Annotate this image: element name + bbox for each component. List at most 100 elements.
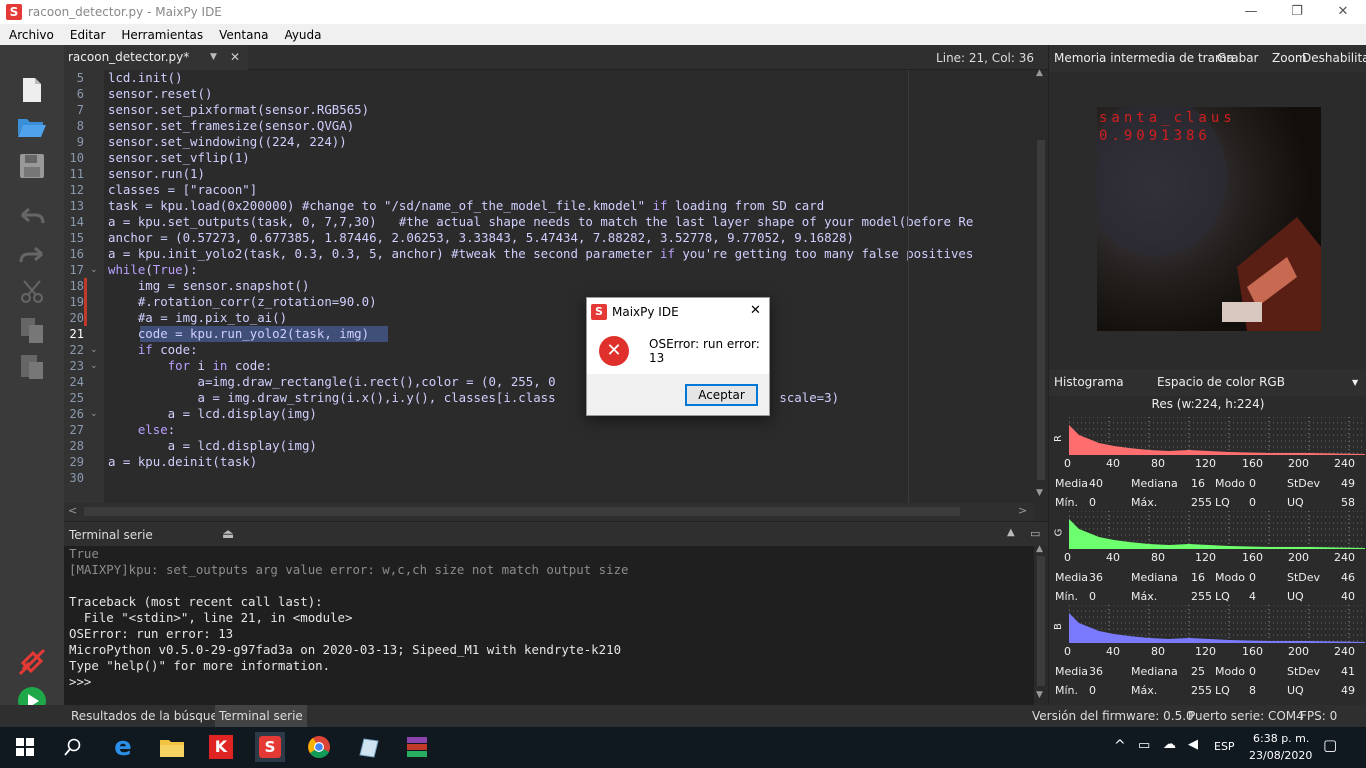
line-number: 28	[69, 439, 84, 453]
minimize-button[interactable]: —	[1228, 0, 1274, 24]
menu-ayuda[interactable]: Ayuda	[276, 28, 329, 42]
tab-dropdown-icon[interactable]: ▼	[210, 45, 217, 70]
volume-icon[interactable]: ◀	[1188, 737, 1198, 752]
fold-toggle-icon[interactable]: ⌄	[90, 265, 98, 275]
language-indicator[interactable]: ESP	[1214, 740, 1235, 753]
histogram-plot	[1069, 605, 1365, 643]
editor-vertical-scrollbar[interactable]: ▲ ▼	[1034, 68, 1048, 503]
clock-time[interactable]: 6:38 p. m.	[1253, 732, 1309, 745]
chrome-icon[interactable]	[304, 732, 334, 762]
stat-value: 16	[1191, 477, 1205, 490]
maximize-terminal-icon[interactable]: ▲	[1007, 527, 1015, 538]
winrar-icon[interactable]	[402, 732, 432, 762]
histogram-tick-label: 200	[1288, 645, 1309, 658]
stat-label: Media	[1055, 665, 1089, 678]
maximize-button[interactable]: ❐	[1274, 0, 1320, 24]
stat-value: 0	[1249, 665, 1256, 678]
code-line: sensor.set_framesize(sensor.QVGA)	[108, 118, 355, 133]
tab-racoon-detector[interactable]: racoon_detector.py* ▼	[64, 45, 248, 70]
line-number: 21	[69, 327, 84, 341]
cut-icon[interactable]	[16, 277, 48, 307]
notes-app-icon[interactable]	[353, 732, 383, 762]
stat-label: LQ	[1215, 684, 1230, 697]
accept-button[interactable]: Aceptar	[685, 384, 758, 406]
chevron-down-icon[interactable]: ▼	[1352, 369, 1358, 396]
stat-label: LQ	[1215, 496, 1230, 509]
new-file-icon[interactable]	[16, 75, 48, 105]
menu-editar[interactable]: Editar	[62, 28, 114, 42]
stat-value: 8	[1249, 684, 1256, 697]
serial-port-icon[interactable]: ⏏	[222, 527, 234, 542]
camera-frame: santa_claus 0.9091386	[1097, 107, 1321, 331]
line-number: 16	[69, 247, 84, 261]
code-line: else:	[137, 422, 176, 437]
stat-label: Máx.	[1131, 684, 1158, 697]
terminal-line: MicroPython v0.5.0-29-g97fad3a on 2020-0…	[69, 642, 622, 657]
tab-serial-terminal[interactable]: Terminal serie	[215, 705, 307, 727]
fold-toggle-icon[interactable]: ⌄	[90, 345, 98, 355]
histogram-tick-label: 80	[1151, 645, 1165, 658]
editor-horizontal-scrollbar[interactable]: < >	[64, 503, 1034, 521]
tab-search-results[interactable]: Resultados de la búsqueda	[71, 705, 233, 727]
dialog-close-button[interactable]: ✕	[750, 303, 761, 318]
terminal-scrollbar[interactable]: ▲ ▼	[1034, 544, 1048, 705]
close-tab-button[interactable]: ✕	[230, 45, 240, 70]
line-number: 29	[69, 455, 84, 469]
serial-terminal[interactable]: True [MAIXPY]kpu: set_outputs arg value e…	[64, 546, 1034, 705]
menu-herramientas[interactable]: Herramientas	[113, 28, 211, 42]
network-icon[interactable]: ☁	[1163, 737, 1176, 752]
search-icon[interactable]	[58, 732, 88, 762]
file-explorer-icon[interactable]	[157, 732, 187, 762]
clock-date[interactable]: 23/08/2020	[1249, 749, 1312, 762]
maixpy-taskbar-icon[interactable]: S	[255, 732, 285, 762]
stat-value: 49	[1341, 477, 1355, 490]
stat-value: 36	[1089, 571, 1103, 584]
line-number: 19	[69, 295, 84, 309]
code-line: #.rotation_corr(z_rotation=90.0)	[108, 294, 377, 309]
terminal-window-icon[interactable]: ▭	[1030, 527, 1040, 540]
save-icon[interactable]	[16, 151, 48, 181]
line-number: 30	[69, 471, 84, 485]
record-button[interactable]: Grabar	[1217, 45, 1259, 72]
histogram-tick-label: 80	[1151, 457, 1165, 470]
histogram-title: Histograma	[1054, 375, 1124, 389]
fold-toggle-icon[interactable]: ⌄	[90, 409, 98, 419]
edge-browser-icon[interactable]: e	[108, 732, 138, 762]
code-editor[interactable]: 5 6 7 8 9 10 11 12 13 14 15 16 17 18 19 20 21 22 23 24 25 26 2…	[64, 70, 1034, 503]
tab-label: racoon_detector.py*	[68, 50, 190, 64]
notifications-icon[interactable]: ▢	[1323, 736, 1337, 754]
paste-icon[interactable]	[16, 351, 48, 381]
stat-value: 255	[1191, 590, 1212, 603]
menu-ventana[interactable]: Ventana	[211, 28, 276, 42]
code-line: a = kpu.init_yolo2(task, 0.3, 0.3, 5, an…	[108, 246, 974, 261]
stat-value: 16	[1191, 571, 1205, 584]
histogram-tick-label: 120	[1195, 457, 1216, 470]
stat-value: 255	[1191, 496, 1212, 509]
redo-icon[interactable]	[16, 240, 48, 270]
open-folder-icon[interactable]	[16, 112, 48, 142]
close-window-button[interactable]: ✕	[1320, 0, 1366, 24]
copy-icon[interactable]	[16, 315, 48, 345]
tray-chevron-icon[interactable]: ^	[1114, 738, 1126, 754]
disconnect-icon[interactable]	[16, 647, 48, 677]
terminal-line: Type "help()" for more information.	[69, 658, 331, 673]
histogram-tick-label: 200	[1288, 457, 1309, 470]
kleopatra-icon[interactable]: K	[206, 732, 236, 762]
histogram-r: R 0 40 80 120 160 200 240 Media 40 Mediana 16 Modo 0 S…	[1049, 417, 1366, 511]
colorspace-select[interactable]: Espacio de color RGB	[1157, 369, 1285, 396]
line-number: 20	[69, 311, 84, 325]
channel-label: R	[1052, 435, 1064, 442]
disable-button[interactable]: Deshabilitar	[1302, 45, 1366, 72]
fold-toggle-icon[interactable]: ⌄	[90, 361, 98, 371]
menu-archivo[interactable]: Archivo	[0, 28, 62, 42]
battery-icon[interactable]: ▭	[1138, 738, 1150, 753]
title-bar: S racoon_detector.py - MaixPy IDE — ❐ ✕	[0, 0, 1366, 24]
stat-value: 0	[1089, 684, 1096, 697]
windows-start-icon[interactable]	[10, 732, 40, 762]
histogram-resolution: Res (w:224, h:224)	[1151, 397, 1265, 411]
framebuffer-header: Memoria intermedia de trama Grabar Zoom …	[1049, 45, 1366, 72]
undo-icon[interactable]	[16, 201, 48, 231]
histogram-tick-label: 40	[1106, 457, 1120, 470]
stat-label: Máx.	[1131, 590, 1158, 603]
error-icon: ✕	[599, 336, 629, 366]
